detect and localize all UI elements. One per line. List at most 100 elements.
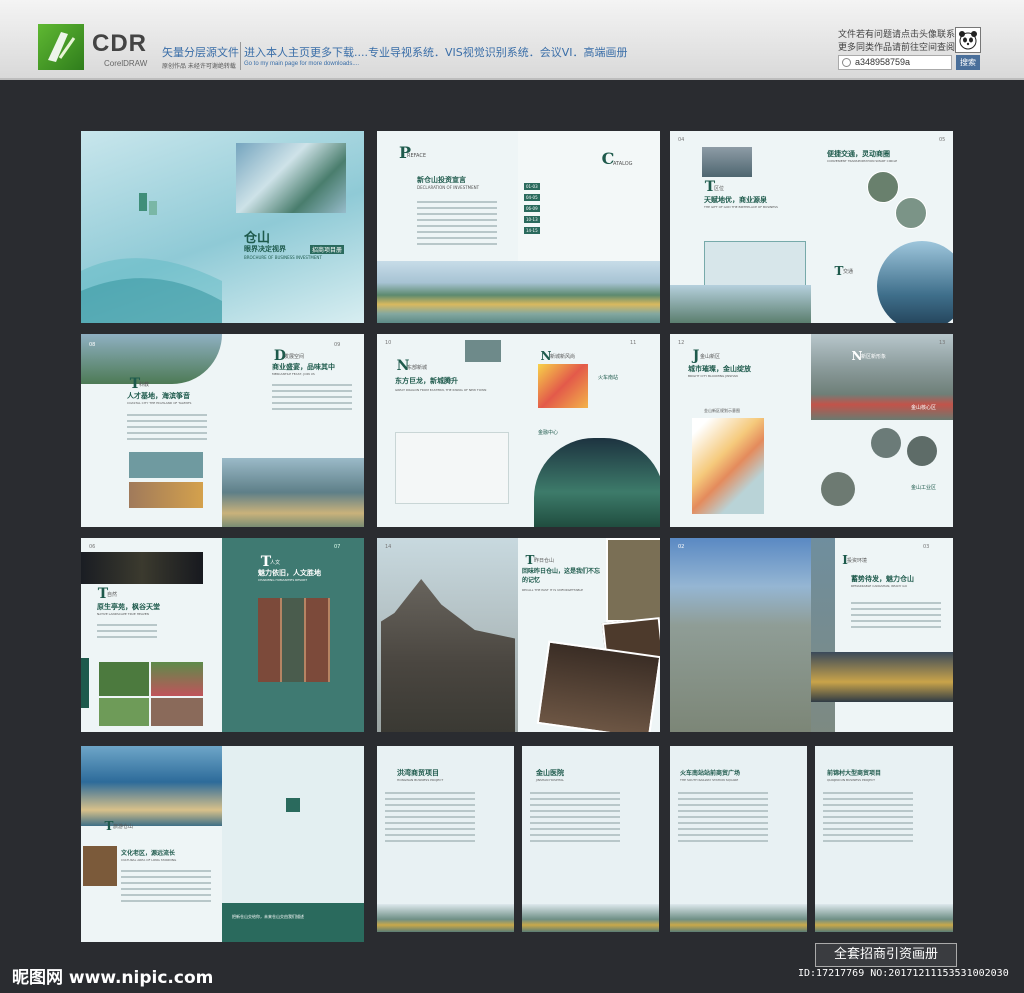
header-title: 矢量分层源文件 bbox=[162, 46, 239, 59]
catalog-item[interactable]: 01-03 bbox=[524, 183, 540, 190]
body-text bbox=[678, 792, 768, 846]
catalog-item[interactable]: 10-13 bbox=[524, 216, 540, 223]
map-caption: 金山新区规划示意图 bbox=[704, 408, 740, 413]
temple-photo bbox=[83, 846, 117, 886]
aerial-photo bbox=[702, 147, 752, 177]
page-project-hospital: 金山医院 JINSHAN HOSPITAL bbox=[522, 746, 659, 932]
interchange-photo bbox=[895, 197, 927, 229]
section-label: 金山新区 bbox=[700, 354, 721, 360]
skyline-strip bbox=[522, 904, 659, 932]
section-label: 东部新城 bbox=[407, 365, 428, 371]
section-en: REMARKABLE CANGSHAN, READY GO bbox=[851, 584, 907, 588]
spread-history: 14 T 昨日仓山 回味昨日仓山，这是我们不忘的记忆 RECALL THE PA… bbox=[377, 538, 660, 732]
search-button[interactable]: 搜索 bbox=[956, 55, 980, 70]
cover-subtitle: 眼界决定视界 bbox=[244, 244, 286, 253]
section-label: 新城新风尚 bbox=[550, 354, 576, 360]
section-en: CULTURAL AREA OF LONG STANDING bbox=[121, 858, 177, 862]
page-number: 07 bbox=[334, 544, 341, 550]
body-text bbox=[823, 792, 913, 846]
page-number: 06 bbox=[89, 544, 96, 550]
zoning-map bbox=[538, 364, 588, 408]
night-bridge-photo bbox=[81, 552, 203, 584]
project-en: JINSHAN HOSPITAL bbox=[536, 778, 564, 782]
catalog-item[interactable]: 14-15 bbox=[524, 227, 540, 234]
section-en: BRIGHT CITY BLOOMING JINSHAN bbox=[688, 374, 738, 378]
section-title: 人才基地，海滨筝音 bbox=[127, 391, 190, 400]
section-en: THE GIFT OF GOD THE BIRTHPLACE OF BUSINE… bbox=[704, 205, 778, 209]
location-map bbox=[704, 241, 806, 289]
page-right: 13 N 新区新形象 金山核心区 金山工业区 bbox=[811, 334, 953, 527]
section-label: 科教 bbox=[139, 382, 150, 388]
section-label: ATALOG bbox=[613, 161, 633, 167]
section-title: 商业盛宴，品味其中 bbox=[272, 362, 335, 371]
wave-graphic bbox=[81, 193, 222, 323]
section-title: 天赋地优，商业源泉 bbox=[704, 195, 767, 204]
divider bbox=[240, 42, 241, 70]
project-en: QIANJINCUN BUSINESS PROJECT bbox=[827, 778, 875, 782]
page-right: 把新仓山交给你，未来仓山交由我们描述 bbox=[222, 746, 364, 942]
catalog-item[interactable]: 04-05 bbox=[524, 194, 540, 201]
header-title-sub: 原创作品 未经许可谢绝转载 bbox=[162, 63, 236, 70]
section-title: 东方巨龙，新城腾升 bbox=[395, 376, 458, 385]
cube-collage bbox=[236, 143, 346, 213]
campus-photo-small bbox=[129, 452, 203, 478]
section-title: 原生亭苑，枫谷天堂 bbox=[97, 602, 160, 611]
page-right: 11 N 新城新风尚 火车南站 金融中心 bbox=[518, 334, 660, 527]
page-right: 03 I 投资环境 蓄势待发，魅力仓山 REMARKABLE CANGSHAN,… bbox=[811, 538, 953, 732]
church-photo bbox=[381, 579, 515, 732]
project-title: 洪湾商贸项目 bbox=[397, 768, 439, 777]
skyline-strip bbox=[377, 904, 514, 932]
spread-education: 08 T 科教 人才基地，海滨筝音 COASTAL CITY THE HIGHL… bbox=[81, 334, 364, 527]
old-building-photo bbox=[606, 538, 660, 622]
spread-newtown: 10 N 东部新城 东方巨龙，新城腾升 GREAT DRAGON FROM EA… bbox=[377, 334, 660, 527]
search-input[interactable]: a348958759a bbox=[838, 55, 952, 70]
page-left: 14 bbox=[377, 538, 518, 732]
aerial-circle bbox=[871, 428, 901, 458]
section-label: 自然 bbox=[107, 592, 118, 598]
aerial-circle bbox=[907, 436, 937, 466]
city-photo bbox=[670, 285, 811, 323]
map-tag: 金融中心 bbox=[538, 430, 559, 436]
body-text bbox=[530, 792, 620, 846]
header-link-sub[interactable]: Go to my main page for more downloads...… bbox=[244, 61, 359, 67]
search-icon bbox=[842, 58, 851, 67]
header-link[interactable]: 进入本人主页更多下载....专业导视系统．VIS视觉识别系统．会议VI．高端画册 bbox=[244, 44, 628, 60]
cover-tag: 招商项目册 bbox=[310, 245, 345, 254]
campus-photo bbox=[81, 334, 222, 384]
section-label: 旅游仓山 bbox=[113, 824, 134, 830]
night-river-photo bbox=[811, 652, 953, 702]
spread-location: 04 T 区位 天赋地优，商业源泉 THE GIFT OF GOD THE BI… bbox=[670, 131, 953, 323]
page-left: 06 T 自然 原生亭苑，枫谷天堂 NATIVE LANDSCAPE TRUE … bbox=[81, 538, 222, 732]
catalog-item[interactable]: 06-09 bbox=[524, 205, 540, 212]
page-number: 02 bbox=[678, 544, 685, 550]
section-label: 人文 bbox=[270, 560, 281, 566]
flowers-photo bbox=[151, 698, 203, 726]
night-plaza-photo bbox=[534, 438, 660, 527]
page-number: 11 bbox=[630, 340, 637, 346]
search-value: a348958759a bbox=[855, 57, 911, 67]
section-title: 蓄势待发，魅力仓山 bbox=[851, 574, 914, 583]
section-label: 发展空间 bbox=[284, 354, 305, 360]
section-en: GREAT DRAGON FROM EASTERN, THE RISING OF… bbox=[395, 388, 487, 392]
logo-subtext: CorelDRAW bbox=[104, 59, 148, 68]
section-label: REFACE bbox=[407, 153, 427, 159]
body-text bbox=[127, 414, 207, 444]
image-id: ID:17217769 NO:20171211153531002030 bbox=[798, 968, 1009, 979]
page-number: 03 bbox=[923, 544, 930, 550]
project-title: 前锦村大型商贸项目 bbox=[827, 770, 882, 777]
section-en: RECALL THE PAST IT IS UNFORGETTABLE bbox=[522, 588, 584, 592]
page-project-qianjincun: 前锦村大型商贸项目 QIANJINCUN BUSINESS PROJECT bbox=[815, 746, 953, 932]
page-right: T 昨日仓山 回味昨日仓山，这是我们不忘的记忆 RECALL THE PAST … bbox=[518, 538, 660, 732]
road-map bbox=[395, 432, 509, 504]
set-label-badge: 全套招商引资画册 bbox=[815, 943, 957, 967]
avatar[interactable] bbox=[955, 27, 981, 53]
skyline-strip bbox=[815, 904, 953, 932]
river-city-photo bbox=[377, 261, 660, 323]
coreldraw-logo-icon bbox=[38, 24, 84, 70]
section-en: CHARMING HUMANITIES RESORT bbox=[258, 578, 308, 582]
culture-photo-grid bbox=[258, 598, 330, 682]
section-label: 交通 bbox=[843, 269, 854, 275]
page-left: 12 J 金山新区 城市璀璨，金山绽放 BRIGHT CITY BLOOMING… bbox=[670, 334, 811, 527]
section-label: 昨日仓山 bbox=[534, 558, 555, 564]
page-left: 08 T 科教 人才基地，海滨筝音 COASTAL CITY THE HIGHL… bbox=[81, 334, 222, 527]
